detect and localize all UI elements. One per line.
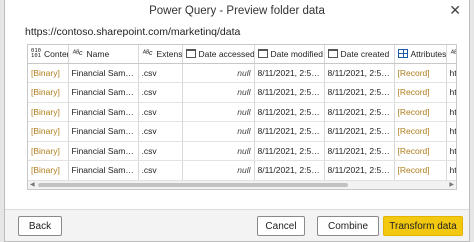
table-cell: .csv (138, 82, 183, 103)
scroll-thumb[interactable] (38, 183, 348, 187)
table-cell: 8/11/2021, 2:55:35 ... (324, 102, 395, 122)
folder-path: https://contoso.sharepoint.com/marketinq… (25, 26, 241, 38)
table-cell: https (446, 82, 456, 103)
record-type-icon[interactable] (397, 49, 408, 59)
table-row: [Binary]Financial Sample 4.....csvnull8/… (28, 63, 456, 83)
table-cell: null (182, 63, 255, 83)
binary-link[interactable]: [Binary] (28, 160, 69, 181)
binary-link[interactable]: [Binary] (28, 141, 69, 161)
column-header-label: Extension (156, 48, 182, 59)
table-cell: Financial Sample 4.... (68, 63, 139, 83)
preview-folder-dialog: Power Query - Preview folder data ✕ http… (4, 0, 470, 242)
column-header-label: Date accessed (198, 48, 254, 59)
table-cell: null (182, 82, 255, 103)
table-cell: Financial Sample 6.... (68, 160, 139, 181)
table-row: [Binary]Financial Sample 3.....csvnull8/… (28, 82, 456, 103)
column-header[interactable]: Attributes (394, 45, 447, 64)
table-row: [Binary]Financial Sample 1.....csvnull8/… (28, 121, 456, 142)
table-cell: 8/11/2021, 2:55:35 ... (254, 141, 325, 161)
table-cell: https (446, 121, 456, 142)
table-cell: 8/11/2021, 2:55:35 ... (324, 121, 395, 142)
scroll-left-icon[interactable]: ◀ (30, 181, 35, 189)
column-header[interactable]: Date modified (254, 45, 325, 64)
datetime-type-icon[interactable] (327, 49, 338, 59)
table-cell: https (446, 102, 456, 122)
horizontal-scrollbar[interactable]: ◀ ▶ (28, 180, 456, 189)
column-header[interactable]: ᴬᴮc Name (68, 45, 139, 64)
table-cell: .csv (138, 121, 183, 142)
datetime-type-icon[interactable] (257, 49, 268, 59)
table-cell: 8/11/2021, 2:55:35 ... (324, 141, 395, 161)
column-header-label: Attributes (410, 48, 446, 59)
table-cell: .csv (138, 63, 183, 83)
column-header-label: Date modified (270, 48, 323, 59)
table-cell: 8/11/2021, 2:55:35 ... (254, 121, 325, 142)
binary-link[interactable]: [Binary] (28, 102, 69, 122)
text-type-icon[interactable]: ᴬᴮc (450, 50, 456, 57)
binary-link[interactable]: [Binary] (28, 63, 69, 83)
close-icon[interactable]: ✕ (449, 3, 461, 17)
table-cell: 8/11/2021, 2:55:35 ... (254, 63, 325, 83)
column-header-label: Name (86, 48, 110, 59)
table-cell: null (182, 160, 255, 181)
record-link[interactable]: [Record] (394, 121, 447, 142)
column-header[interactable]: ᴬᴮc (446, 45, 456, 64)
table-cell: https (446, 63, 456, 83)
scroll-right-icon[interactable]: ▶ (449, 181, 454, 189)
column-header[interactable]: 010 101Content (28, 45, 69, 64)
column-header-label: Content (44, 48, 67, 59)
table-cell: null (182, 102, 255, 122)
table-row: [Binary]Financial Sample 5.....csvnull8/… (28, 141, 456, 161)
record-link[interactable]: [Record] (394, 63, 447, 83)
record-link[interactable]: [Record] (394, 102, 447, 122)
binary-link[interactable]: [Binary] (28, 121, 69, 142)
table-cell: 8/11/2021, 2:55:35 ... (254, 82, 325, 103)
table-cell: 8/11/2021, 2:55:35 ... (324, 82, 395, 103)
table-header-row: 010 101ContentᴬᴮcNameᴬᴮcExtensionDate ac… (28, 45, 456, 64)
cancel-button[interactable]: Cancel (257, 216, 305, 236)
column-header[interactable]: Date created (324, 45, 395, 64)
transform-data-button[interactable]: Transform data (383, 216, 463, 236)
text-type-icon[interactable]: ᴬᴮc (142, 50, 154, 57)
combine-button[interactable]: Combine (317, 216, 379, 236)
table-row: [Binary]Financial Sample 6.....csvnull8/… (28, 160, 456, 181)
binary-type-icon[interactable]: 010 101 (31, 48, 41, 59)
table-cell: 8/11/2021, 2:55:35 ... (254, 102, 325, 122)
table-cell: Financial Sample 5.... (68, 141, 139, 161)
table-cell: null (182, 141, 255, 161)
table-cell: https (446, 160, 456, 181)
table-row: [Binary]Financial Sample 2.....csvnull8/… (28, 102, 456, 122)
dialog-footer: Back Cancel Combine Transform data (5, 209, 469, 241)
back-button[interactable]: Back (18, 216, 62, 236)
datetime-type-icon[interactable] (185, 49, 196, 59)
column-header-label: Date created (340, 48, 390, 59)
preview-table: 010 101ContentᴬᴮcNameᴬᴮcExtensionDate ac… (27, 44, 457, 190)
binary-link[interactable]: [Binary] (28, 82, 69, 103)
column-header[interactable]: ᴬᴮcExtension (138, 45, 183, 64)
table-cell: 8/11/2021, 2:55:35 ... (324, 160, 395, 181)
text-type-icon[interactable]: ᴬᴮc (72, 50, 84, 57)
table-cell: Financial Sample 2.... (68, 102, 139, 122)
table-cell: Financial Sample 3.... (68, 82, 139, 103)
table-cell: null (182, 121, 255, 142)
dialog-title: Power Query - Preview folder data (149, 5, 325, 17)
table-cell: .csv (138, 102, 183, 122)
table-cell: 8/11/2021, 2:55:35 ... (254, 160, 325, 181)
record-link[interactable]: [Record] (394, 141, 447, 161)
table-cell: 8/11/2021, 2:55:35 ... (324, 63, 395, 83)
table-cell: https (446, 141, 456, 161)
table-cell: .csv (138, 160, 183, 181)
table-cell: .csv (138, 141, 183, 161)
record-link[interactable]: [Record] (394, 82, 447, 103)
table-cell: Financial Sample 1.... (68, 121, 139, 142)
column-header[interactable]: Date accessed (182, 45, 255, 64)
record-link[interactable]: [Record] (394, 160, 447, 181)
